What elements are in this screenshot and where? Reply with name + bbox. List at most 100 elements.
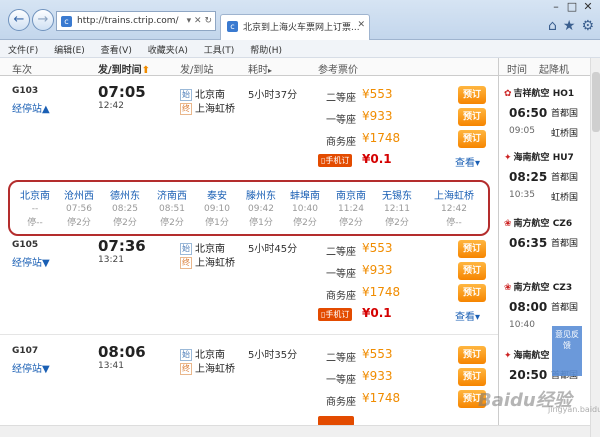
flight-item[interactable]: ✦ 海南航空 HU7 08:25 首都国 10:35 虹桥国 <box>499 150 590 212</box>
stop-item: 上海虹桥 12:42 停-- <box>434 191 474 228</box>
seat-price: ¥933 <box>362 263 393 277</box>
from-station: 始北京南 <box>180 89 225 101</box>
vertical-scrollbar[interactable] <box>590 58 600 437</box>
flight-item[interactable]: ❀ 南方航空 CZ6 06:35 首都国 <box>499 216 590 276</box>
seat-type: 商务座 <box>326 291 356 302</box>
settings-gear-icon[interactable]: ⚙ <box>581 18 594 34</box>
seat-type: 一等座 <box>326 115 356 126</box>
tab-close-icon[interactable]: ✕ <box>357 20 365 30</box>
train-number[interactable]: G103 <box>12 86 38 96</box>
flight-dep-airport: 首都国 <box>551 239 579 249</box>
tab-title: 北京到上海火车票网上订票... <box>243 23 360 33</box>
flight-arr-time: 10:35 <box>509 190 535 200</box>
flight-dep-airport: 首都国 <box>551 109 579 119</box>
menu-tools[interactable]: 工具(T) <box>196 40 240 56</box>
view-more-link[interactable]: 查看▾ <box>455 154 480 169</box>
scroll-thumb[interactable] <box>592 72 600 132</box>
seat-price: ¥933 <box>362 369 393 383</box>
header-time[interactable]: 发/到时间⬆ <box>98 61 150 76</box>
address-url: http://trains.ctrip.com/ <box>77 16 179 26</box>
train-list: 车次 发/到时间⬆ 发/到站 耗时▸ 参考票价 G103 经停站▲ 07:05 … <box>0 58 498 425</box>
header-train-no[interactable]: 车次 <box>12 61 32 76</box>
browser-tab[interactable]: c 北京到上海火车票网上订票... ✕ <box>220 14 370 40</box>
menu-file[interactable]: 文件(F) <box>0 40 43 56</box>
sort-arrow-icon: ⬆ <box>141 65 151 76</box>
menu-help[interactable]: 帮助(H) <box>242 40 287 56</box>
duration: 5小时45分 <box>248 244 298 255</box>
book-button[interactable]: 预订 <box>458 346 486 364</box>
flight-arr-airport: 虹桥国 <box>551 193 579 203</box>
seat-type: 商务座 <box>326 137 356 148</box>
flight-item[interactable]: ✿ 吉祥航空 HO1 06:50 首都国 09:05 虹桥国 <box>499 86 590 148</box>
stops-link[interactable]: 经停站▼ <box>12 254 50 269</box>
baidu-watermark-url: jingyan.baidu.com <box>548 405 600 414</box>
mobile-book-badge[interactable]: ▯手机订 <box>318 308 353 321</box>
menu-bar: 文件(F) 编辑(E) 查看(V) 收藏夹(A) 工具(T) 帮助(H) <box>0 40 600 58</box>
train-row: G103 经停站▲ 07:05 12:42 始北京南 终上海虹桥 5小时37分 … <box>0 83 498 176</box>
airline-logo-icon: ✿ <box>504 89 512 99</box>
seat-price: ¥553 <box>362 347 393 361</box>
to-station: 终上海虹桥 <box>180 257 235 269</box>
address-bar[interactable]: c http://trains.ctrip.com/ ▾ ✕ ↻ <box>56 11 216 31</box>
book-button[interactable]: 预订 <box>458 368 486 386</box>
header-station[interactable]: 发/到站 <box>180 61 213 76</box>
address-tools-icon[interactable]: ▾ ✕ ↻ <box>187 12 212 30</box>
flight-dep-time: 20:50 <box>509 368 548 382</box>
to-station: 终上海虹桥 <box>180 363 235 375</box>
depart-time: 07:36 <box>98 237 146 255</box>
arrive-time: 13:21 <box>98 255 124 265</box>
airline-name: ✿ 吉祥航空 HO1 <box>504 89 575 99</box>
book-button[interactable]: 预订 <box>458 284 486 302</box>
menu-view[interactable]: 查看(V) <box>93 40 137 56</box>
book-button[interactable]: 预订 <box>458 240 486 258</box>
seat-price: ¥553 <box>362 87 393 101</box>
favorites-star-icon[interactable]: ★ <box>563 18 576 34</box>
end-badge-icon: 终 <box>180 103 192 115</box>
maximize-icon[interactable]: □ <box>564 0 580 13</box>
stop-item: 沧州西 07:56 停2分 <box>64 191 94 228</box>
home-icon[interactable]: ⌂ <box>548 18 557 34</box>
seat-type: 商务座 <box>326 397 356 408</box>
stops-link[interactable]: 经停站▲ <box>12 100 50 115</box>
to-station: 终上海虹桥 <box>180 103 235 115</box>
book-button[interactable]: 预订 <box>458 86 486 104</box>
menu-favorites[interactable]: 收藏夹(A) <box>140 40 193 56</box>
chevron-down-icon: ▾ <box>475 312 481 323</box>
stops-panel: 北京南 -- 停-- 沧州西 07:56 停2分 德州东 08:25 停2分 济南西 08:5… <box>8 180 490 236</box>
expand-down-icon: ▼ <box>42 258 50 269</box>
close-window-icon[interactable]: ✕ <box>580 0 596 13</box>
airline-logo-icon: ✦ <box>504 153 512 163</box>
minimize-icon[interactable]: – <box>548 0 564 13</box>
back-icon[interactable]: ← <box>8 9 30 31</box>
airline-name: ✦ 海南航空 HU7 <box>504 153 574 163</box>
flight-panel-header: 时间 起降机 <box>499 58 590 76</box>
mobile-book-badge[interactable]: ▯手机订 <box>318 154 353 167</box>
flight-dep-airport: 首都国 <box>551 173 579 183</box>
train-number[interactable]: G107 <box>12 346 38 356</box>
forward-icon[interactable]: → <box>32 9 54 31</box>
airline-name: ❀ 南方航空 CZ6 <box>504 219 573 229</box>
chevron-down-icon: ▾ <box>475 158 481 169</box>
duration: 5小时35分 <box>248 350 298 361</box>
airline-logo-icon: ❀ <box>504 283 512 293</box>
book-button[interactable]: 预订 <box>458 130 486 148</box>
row-divider <box>0 334 498 335</box>
menu-edit[interactable]: 编辑(E) <box>46 40 90 56</box>
flight-dep-time: 08:25 <box>509 170 548 184</box>
mobile-book-badge[interactable] <box>318 416 354 425</box>
view-more-link[interactable]: 查看▾ <box>455 308 480 323</box>
flight-arr-time: 09:05 <box>509 126 535 136</box>
depart-time: 08:06 <box>98 343 146 361</box>
header-duration[interactable]: 耗时▸ <box>248 61 272 76</box>
horizontal-scrollbar[interactable] <box>0 425 590 437</box>
feedback-button[interactable]: 意见反馈 <box>552 326 582 376</box>
flight-dep-time: 06:50 <box>509 106 548 120</box>
browser-titlebar: ← → c http://trains.ctrip.com/ ▾ ✕ ↻ c 北… <box>0 0 600 40</box>
flight-dep-airport: 首都国 <box>551 303 579 313</box>
train-number[interactable]: G105 <box>12 240 38 250</box>
book-button[interactable]: 预订 <box>458 262 486 280</box>
book-button[interactable]: 预订 <box>458 108 486 126</box>
stops-link[interactable]: 经停站▼ <box>12 360 50 375</box>
stop-item: 滕州东 09:42 停1分 <box>246 191 276 228</box>
window-controls: – □ ✕ <box>548 0 596 13</box>
